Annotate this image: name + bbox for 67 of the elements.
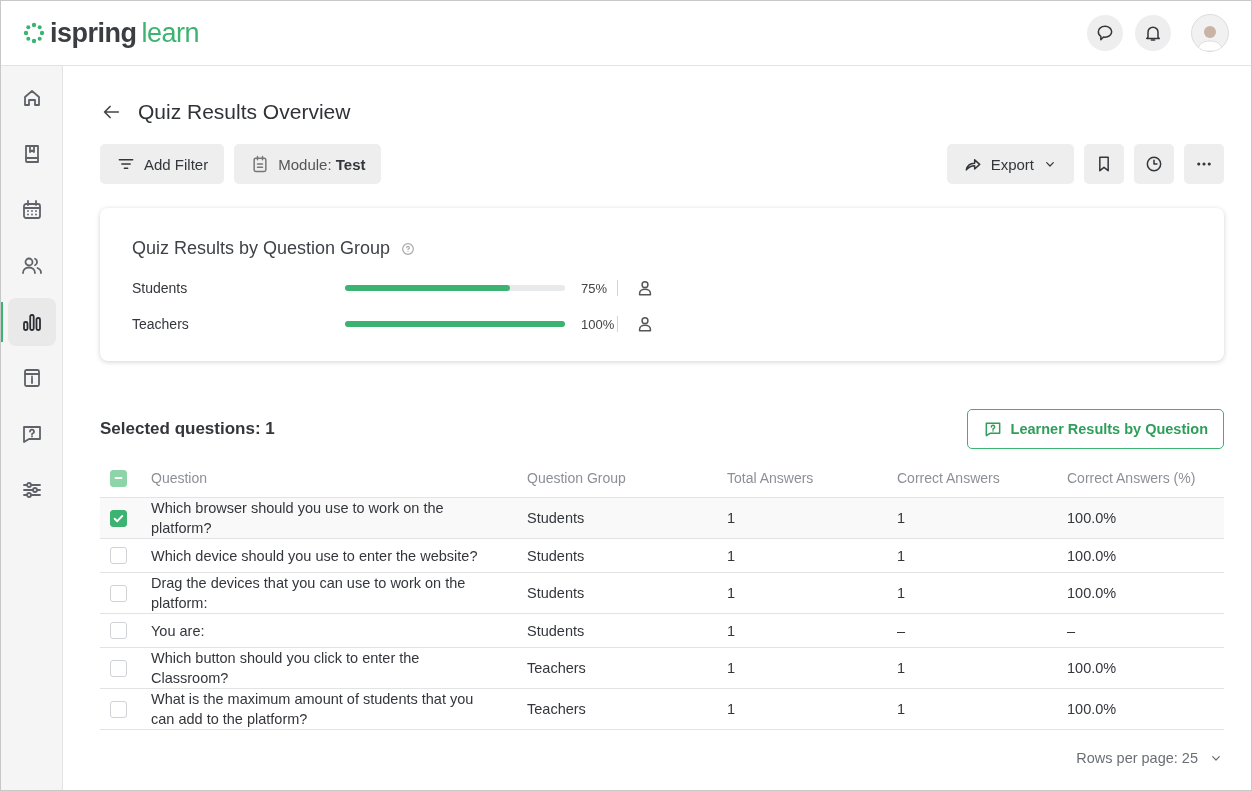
rows-per-page-dropdown[interactable]: Rows per page: 25 xyxy=(1076,750,1224,766)
table-cell-text: 100.0% xyxy=(1067,700,1118,719)
checkbox[interactable] xyxy=(110,584,127,602)
table-cell-text: – xyxy=(897,621,907,641)
selected-count-text: Selected questions: 1 xyxy=(100,419,275,439)
more-dots-icon xyxy=(1197,162,1211,166)
check-icon xyxy=(113,512,124,524)
checkbox[interactable] xyxy=(110,659,127,677)
logo-product-text: learn xyxy=(141,17,200,49)
export-button[interactable]: Export xyxy=(946,144,1074,184)
checkbox[interactable] xyxy=(110,547,127,564)
table-cell-text: 1 xyxy=(897,509,907,528)
table-cell-text: Teachers xyxy=(527,700,587,719)
checkbox[interactable] xyxy=(110,700,127,718)
table-cell-text: 1 xyxy=(897,700,907,719)
table-cell-text: 1 xyxy=(727,621,737,641)
table-cell-text: Which device should you use to enter the website? xyxy=(151,546,479,566)
table-cell-text: 100.0% xyxy=(1067,584,1118,603)
learner-results-button[interactable]: Learner Results by Question xyxy=(966,409,1224,449)
history-button[interactable] xyxy=(1134,144,1174,184)
table-cell-text: Which browser should you use to work on the platform? xyxy=(151,499,445,538)
messages-button[interactable] xyxy=(1087,15,1123,51)
group-name: Students xyxy=(132,280,189,296)
table-cell-text: Students xyxy=(527,621,586,641)
card-title: Quiz Results by Question Group xyxy=(132,238,391,259)
table-cell-text: 1 xyxy=(727,700,737,719)
logo-brand-text: ispring xyxy=(50,17,137,49)
table-cell-text: 100.0% xyxy=(1067,509,1118,528)
column-header[interactable]: Total Answers xyxy=(727,468,897,488)
table-cell-text: You are: xyxy=(151,621,206,641)
percent-text: 100% xyxy=(580,316,616,332)
table-cell-text: Students xyxy=(527,546,586,566)
clock-icon xyxy=(1144,154,1164,174)
table-cell-text: 1 xyxy=(727,659,737,678)
group-name: Teachers xyxy=(132,316,190,332)
table-cell-text: Which button should you click to enter the Classroom? xyxy=(151,649,421,688)
bookmark-button[interactable] xyxy=(1084,144,1124,184)
table-cell-text: What is the maximum amount of students that you can add to the platform? xyxy=(151,690,475,729)
logo-icon xyxy=(23,22,45,44)
table-cell-text: 1 xyxy=(897,659,907,678)
checkbox[interactable] xyxy=(110,469,127,487)
page-title: Quiz Results Overview xyxy=(138,100,351,124)
notifications-button[interactable] xyxy=(1135,15,1171,51)
table-cell-text: 100.0% xyxy=(1067,659,1118,678)
table-cell-text: – xyxy=(1067,621,1077,641)
table-cell-text: Students xyxy=(527,509,586,528)
help-icon xyxy=(400,240,417,257)
table-cell-text: 1 xyxy=(897,584,907,603)
speech-bubble-icon xyxy=(1095,23,1115,43)
module-filter-chip[interactable]: Module: Test xyxy=(234,144,382,184)
checkbox[interactable] xyxy=(110,622,127,639)
table-cell-text: 100.0% xyxy=(1067,546,1118,566)
percent-text: 75% xyxy=(580,280,609,296)
table-cell-text: Teachers xyxy=(527,659,587,678)
table-cell-text: 1 xyxy=(897,546,907,566)
add-filter-button[interactable]: Add Filter xyxy=(100,144,225,184)
table-cell-text: 1 xyxy=(727,509,737,528)
table-cell-text: 1 xyxy=(727,546,737,566)
dash-icon xyxy=(114,477,123,479)
column-header[interactable]: Correct Answers (%) xyxy=(1067,468,1224,488)
table-cell-text: Students xyxy=(527,584,586,603)
column-header[interactable]: Question xyxy=(151,468,527,488)
checkbox[interactable] xyxy=(110,509,127,527)
table-cell-text: 1 xyxy=(727,584,737,603)
table-cell-text: Drag the devices that you can use to work on the platform: xyxy=(151,574,467,613)
column-header[interactable]: Question Group xyxy=(527,468,727,488)
column-header[interactable]: Correct Answers xyxy=(897,468,1067,488)
